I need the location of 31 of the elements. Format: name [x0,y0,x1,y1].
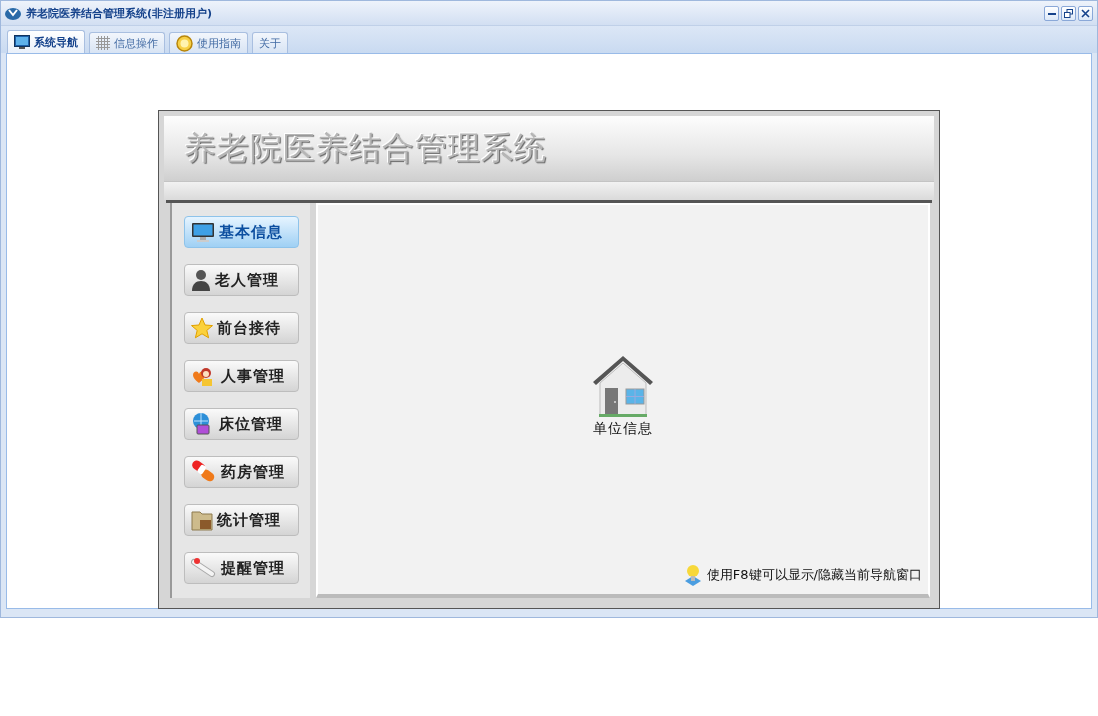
system-title: 养老院医养结合管理系统 [184,127,547,169]
restore-button[interactable] [1061,5,1076,21]
person-icon [190,269,211,291]
tab[interactable]: 关于 [252,32,288,53]
nav-button[interactable]: 前台接待 [183,312,299,344]
nav-button[interactable]: 人事管理 [183,360,299,392]
tab[interactable]: 系统导航 [7,30,85,53]
nav-button[interactable]: 提醒管理 [183,552,299,584]
nav-button[interactable]: 床位管理 [183,408,299,440]
nav-button[interactable]: 老人管理 [183,264,299,296]
tab[interactable]: 使用指南 [169,32,248,53]
close-icon [1081,8,1090,18]
pills-icon [190,460,217,484]
hint-text: 使用F8键可以显示/隐藏当前导航窗口 [706,566,922,584]
minimize-button[interactable] [1044,5,1059,21]
grid-icon [96,36,110,50]
minimize-icon [1047,11,1056,15]
monitor-icon [190,222,215,242]
tab[interactable]: 信息操作 [89,32,165,53]
nav-button[interactable]: 统计管理 [183,504,299,536]
close-button[interactable] [1078,5,1093,21]
restore-icon [1064,8,1073,18]
folder-box-icon [190,509,213,531]
nav-button[interactable]: 药房管理 [183,456,299,488]
nav-button[interactable]: 基本信息 [183,216,299,248]
help-icon [176,34,193,52]
window-title: 养老院医养结合管理系统(非注册用户) [26,5,213,21]
shortcut-button[interactable]: 单位信息 [585,350,661,439]
app-logo-icon [5,6,21,20]
star-icon [190,317,213,339]
monitor-icon [14,35,30,49]
